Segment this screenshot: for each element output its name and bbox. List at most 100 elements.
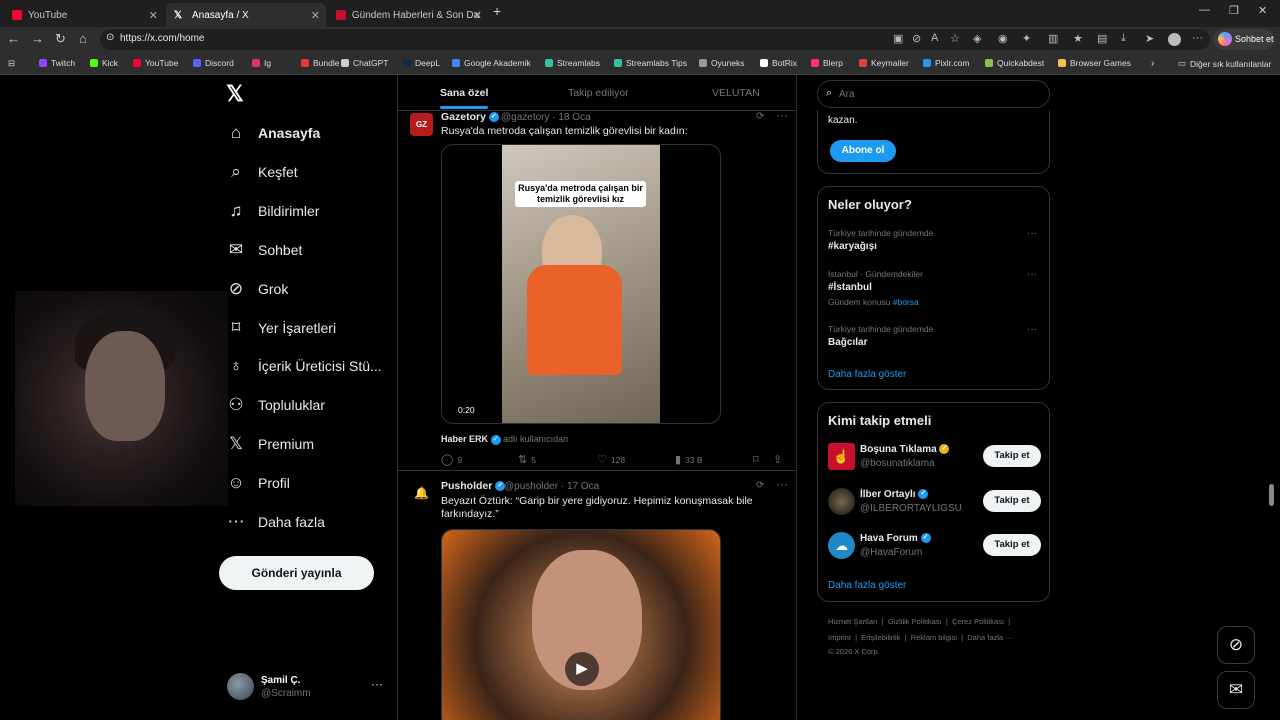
close-icon[interactable]: ✕ <box>149 9 158 22</box>
footer-link[interactable]: Daha fazla ··· <box>967 633 1012 642</box>
bookmark-quickabdest[interactable]: Quickabdest <box>985 58 1044 68</box>
footer-link[interactable]: Gizlilik Politikası <box>888 617 942 626</box>
tab-following[interactable]: Takip ediliyor <box>568 87 629 99</box>
grok-icon[interactable]: ⟳ <box>756 111 764 122</box>
extension-icon[interactable]: ◉ <box>998 32 1008 45</box>
follow-button[interactable]: Takip et <box>983 534 1041 556</box>
sidebar-item-search[interactable]: ⌕ Keşfet <box>226 162 297 182</box>
split-screen-icon[interactable]: ▥ <box>1048 32 1058 45</box>
more-dots-icon[interactable]: ··· <box>1027 324 1037 335</box>
sidebar-item-mail[interactable]: ✉ Sohbet <box>226 240 303 260</box>
footer-link[interactable]: Imprint <box>828 633 851 642</box>
tab-x-home[interactable]: 𝕏 Anasayfa / X ✕ <box>166 3 326 27</box>
collections-icon[interactable]: ▤ <box>1097 32 1107 45</box>
follow-suggestion[interactable]: İlber Ortaylı ✓ @ILBERORTAYLIGSU Takip e… <box>828 486 1041 520</box>
footer-link[interactable]: Reklam bilgisi <box>911 633 957 642</box>
avatar[interactable]: GZ <box>410 113 433 136</box>
sidebar-item-communities[interactable]: ⚇ Topluluklar <box>226 395 325 415</box>
forward-icon[interactable]: → <box>31 31 44 46</box>
window-close-icon[interactable]: ✕ <box>1258 4 1267 17</box>
tweet-video[interactable]: ▶ <box>441 529 721 720</box>
read-aloud-icon[interactable]: A <box>931 32 938 44</box>
sidebar-item-x[interactable]: 𝕏 Premium <box>226 434 314 454</box>
footer-link[interactable]: Çerez Politikası <box>952 617 1004 626</box>
extensions-puzzle-icon[interactable]: ✦ <box>1022 32 1031 45</box>
trend-name[interactable]: Bağcılar <box>828 337 867 348</box>
extension-icon[interactable]: ◈ <box>973 32 981 45</box>
author-name[interactable]: Gazetory ✓ <box>441 111 499 123</box>
grok-fab[interactable]: ⊘ <box>1217 626 1255 664</box>
bookmark-bundle[interactable]: Bundle <box>301 58 339 68</box>
sidebar-item-grok[interactable]: ⊘ Grok <box>226 279 288 299</box>
follow-suggestion[interactable]: ☁ Hava Forum ✓ @HavaForum Takip et <box>828 530 1041 564</box>
bookmark-discord[interactable]: Discord <box>193 58 234 68</box>
download-icon[interactable]: ⤓ <box>1121 32 1126 45</box>
scrollbar-thumb[interactable] <box>1269 484 1274 506</box>
trend-name[interactable]: #karyağışı <box>828 241 877 252</box>
bookmark-deepl[interactable]: DeepL <box>403 58 440 68</box>
new-tab-icon[interactable]: + <box>493 3 501 19</box>
sidebar-item-creator[interactable]: ♁ İçerik Üreticisi Stü... <box>226 356 382 376</box>
bookmark-kick[interactable]: Kick <box>90 58 118 68</box>
share-icon[interactable]: ➤ <box>1145 32 1154 45</box>
bookmark-blerp[interactable]: Blerp <box>811 58 843 68</box>
bookmark-pixlr-com[interactable]: Pixlr.com <box>923 58 969 68</box>
more-dots-icon[interactable]: ··· <box>371 677 383 691</box>
trend-name[interactable]: #İstanbul <box>828 282 872 293</box>
tool-icon[interactable]: ⊘ <box>912 32 921 45</box>
grok-icon[interactable]: ⟳ <box>756 480 764 491</box>
x-logo[interactable]: 𝕏 <box>226 83 246 105</box>
sidebar-item-home[interactable]: ⌂ Anasayfa <box>226 123 320 143</box>
more-dots-icon[interactable]: ··· <box>776 477 788 491</box>
bookmark-chatgpt[interactable]: ChatGPT <box>341 58 388 68</box>
messages-fab[interactable]: ✉ <box>1217 671 1255 709</box>
trend-tag[interactable]: #borsa <box>893 297 919 307</box>
favorite-star-icon[interactable]: ☆ <box>950 32 960 45</box>
avatar[interactable]: 🔔 <box>410 482 433 505</box>
profile-avatar-icon[interactable] <box>1168 33 1181 46</box>
tool-icon[interactable]: ▣ <box>893 32 903 45</box>
follow-button[interactable]: Takip et <box>983 490 1041 512</box>
tab-velutan[interactable]: VELUTAN <box>712 87 760 99</box>
account-switcher[interactable]: Şamil Ç. @Scraimm ··· <box>227 673 387 703</box>
sidebar-item-profile[interactable]: ☺ Profil <box>226 473 290 493</box>
tweet-video[interactable]: Rusya'da metroda çalışan bir temizlik gö… <box>441 144 721 424</box>
show-more-suggestions[interactable]: Daha fazla göster <box>828 580 906 591</box>
repost-button[interactable]: ⇅ 5 <box>518 453 536 466</box>
follow-button[interactable]: Takip et <box>983 445 1041 467</box>
post-date[interactable]: 17 Oca <box>567 481 599 492</box>
bookmark-botrix[interactable]: BotRix <box>760 58 797 68</box>
other-bookmarks[interactable]: ▭ Diğer sık kullanılanlar <box>1178 58 1271 69</box>
post-date[interactable]: 18 Oca <box>558 112 590 123</box>
show-more-trends[interactable]: Daha fazla göster <box>828 369 906 380</box>
bookmark-google-akademik[interactable]: Google Akademik <box>452 58 531 68</box>
footer-link[interactable]: Erişilebilirlik <box>861 633 900 642</box>
url-field[interactable]: ⊙ https://x.com/home <box>100 29 1210 50</box>
reload-icon[interactable]: ↻ <box>55 31 66 47</box>
views-button[interactable]: ▮ 33 B <box>675 453 703 466</box>
tweet[interactable]: GZ Gazetory ✓ @gazetory · 18 Oca ⟳ ··· R… <box>398 108 796 471</box>
bookmark-streamlabs-tips[interactable]: Streamlabs Tips <box>614 58 687 68</box>
tab-youtube[interactable]: YouTube ✕ <box>4 3 164 27</box>
close-icon[interactable]: ✕ <box>311 9 320 22</box>
author-handle[interactable]: @gazetory <box>501 112 550 123</box>
bookmark-youtube[interactable]: YouTube <box>133 58 178 68</box>
author-name[interactable]: Pusholder ✓ <box>441 480 506 492</box>
bookmark-button[interactable]: ⌑ <box>753 453 763 466</box>
subscribe-button[interactable]: Abone ol <box>830 140 896 162</box>
share-button[interactable]: ⇪ <box>773 453 786 466</box>
tab-for-you[interactable]: Sana özel <box>440 87 489 109</box>
sidebar-item-more[interactable]: ⋯ Daha fazla <box>226 512 325 532</box>
reply-button[interactable]: ◯ 9 <box>441 453 462 466</box>
post-button[interactable]: Gönderi yayınla <box>219 556 374 590</box>
more-menu-icon[interactable]: ··· <box>1192 32 1203 44</box>
bookmark-oyuneks[interactable]: Oyuneks <box>699 58 745 68</box>
tweet[interactable]: 🔔 Pusholder ✓ @pusholder · 17 Oca ⟳ ··· … <box>398 477 796 720</box>
restore-icon[interactable]: ❐ <box>1229 4 1239 17</box>
sidebar-item-bookmark[interactable]: ⌑ Yer İşaretleri <box>226 318 336 338</box>
tab-gundem[interactable]: Gündem Haberleri & Son Dakika H ✕ <box>328 3 488 27</box>
more-dots-icon[interactable]: ··· <box>776 108 788 122</box>
more-dots-icon[interactable]: ··· <box>1027 269 1037 280</box>
more-dots-icon[interactable]: ··· <box>1027 228 1037 239</box>
favorites-icon[interactable]: ★ <box>1073 32 1083 45</box>
